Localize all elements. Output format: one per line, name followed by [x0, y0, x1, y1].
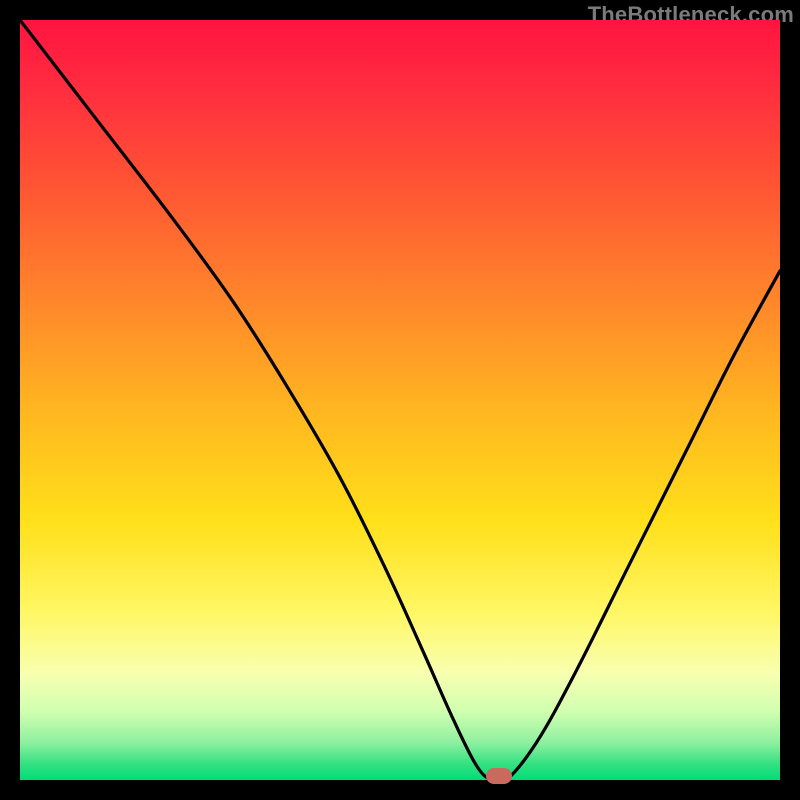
plot-area: [20, 20, 780, 780]
chart-frame: TheBottleneck.com: [0, 0, 800, 800]
bottleneck-curve: [20, 20, 780, 780]
optimal-point-marker: [486, 768, 512, 784]
